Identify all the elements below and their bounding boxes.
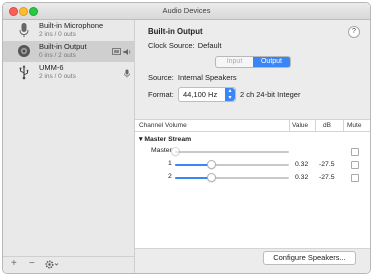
device-detail-pane: Built-in Output ? Clock Source: Default I…: [135, 20, 370, 273]
format-description: 2 ch 24-bit Integer: [240, 90, 301, 99]
format-label: Format:: [148, 90, 174, 99]
device-list: Built-in Microphone 2 ins / 0 outs Built…: [3, 20, 135, 273]
title-bar: Audio Devices: [3, 3, 370, 20]
column-header-channel-volume: Channel Volume: [139, 122, 187, 129]
microphone-icon: [17, 22, 31, 38]
add-device-button[interactable]: +: [11, 258, 17, 269]
microphone-icon: [123, 69, 131, 80]
mute-checkbox-channel-1[interactable]: [351, 161, 359, 169]
device-name: Built-in Output: [39, 42, 87, 51]
channel-1-volume-slider[interactable]: [175, 164, 289, 166]
gear-icon[interactable]: [45, 260, 59, 272]
configure-speakers-button[interactable]: Configure Speakers...: [263, 251, 356, 265]
window-title: Audio Devices: [162, 6, 211, 15]
sample-rate-value: 44,100 Hz: [183, 90, 218, 99]
channel-label: Master: [151, 147, 172, 154]
slider-knob: [171, 147, 180, 156]
clock-source-label: Clock Source:: [148, 41, 195, 50]
channel-volume-table: Channel Volume Value dB Mute ▾ Master St…: [135, 119, 370, 249]
source-label: Source:: [148, 73, 174, 82]
clock-source: Clock Source: Default: [148, 41, 221, 50]
device-io: 0 ins / 2 outs: [39, 52, 76, 59]
device-title: Built-in Output: [148, 27, 203, 36]
mute-checkbox-master[interactable]: [351, 148, 359, 156]
clock-source-value[interactable]: Default: [198, 41, 222, 50]
device-name: Built-in Microphone: [39, 21, 104, 30]
channel-2-volume-slider[interactable]: [175, 177, 289, 179]
input-output-segmented-control[interactable]: Input Output: [215, 56, 291, 68]
source-row: Source: Internal Speakers: [148, 73, 237, 82]
channel-value: 0.32: [295, 161, 309, 168]
device-io: 2 ins / 0 outs: [39, 73, 76, 80]
slider-knob[interactable]: [207, 160, 217, 169]
speaker-icon: [17, 43, 31, 59]
remove-device-button[interactable]: −: [29, 258, 35, 269]
column-header-db: dB: [323, 122, 331, 129]
usb-icon: [17, 64, 31, 80]
channel-label: 2: [168, 173, 172, 180]
channel-value: 0.32: [295, 174, 309, 181]
mute-checkbox-channel-2[interactable]: [351, 174, 359, 182]
sidebar-footer: + −: [3, 256, 134, 273]
volume-icon: [123, 48, 132, 58]
slider-knob[interactable]: [207, 173, 217, 182]
audio-devices-window: Audio Devices Built-in Microphone 2 ins …: [2, 2, 371, 274]
device-item-built-in-output[interactable]: Built-in Output 0 ins / 2 outs: [3, 41, 134, 62]
channel-label: 1: [168, 160, 172, 167]
help-button[interactable]: ?: [348, 26, 360, 38]
column-header-value: Value: [292, 122, 309, 129]
chevron-updown-icon: ▴ ▾: [225, 88, 235, 101]
tab-output[interactable]: Output: [253, 57, 290, 67]
master-volume-slider: [175, 151, 289, 153]
device-item-umm-6[interactable]: UMM-6 2 ins / 0 outs: [3, 62, 134, 83]
channel-db: -27.5: [319, 174, 335, 181]
device-io: 2 ins / 0 outs: [39, 31, 76, 38]
display-icon: [112, 48, 121, 58]
column-header-mute: Mute: [347, 122, 362, 129]
sample-rate-select[interactable]: 44,100 Hz ▴ ▾: [178, 87, 236, 102]
channel-db: -27.5: [319, 161, 335, 168]
device-name: UMM-6: [39, 63, 64, 72]
device-item-built-in-microphone[interactable]: Built-in Microphone 2 ins / 0 outs: [3, 20, 134, 41]
master-stream-group[interactable]: ▾ Master Stream: [139, 135, 191, 143]
tab-input[interactable]: Input: [216, 57, 253, 67]
group-label: Master Stream: [144, 136, 192, 143]
output-panel: Source: Internal Speakers Format: 44,100 …: [135, 69, 370, 273]
source-value: Internal Speakers: [177, 73, 237, 82]
